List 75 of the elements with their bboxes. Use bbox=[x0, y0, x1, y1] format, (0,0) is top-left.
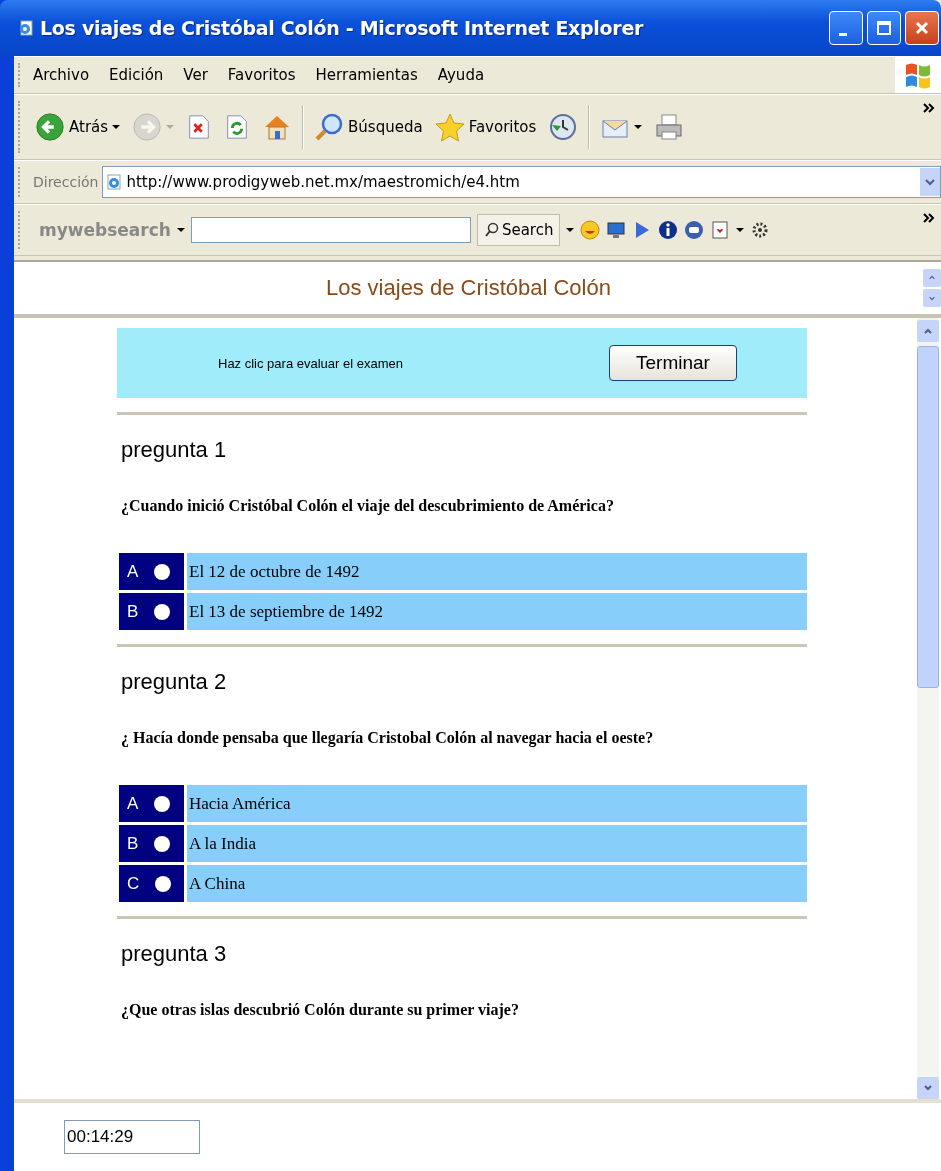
radio-button[interactable] bbox=[154, 563, 171, 580]
smiley-icon[interactable] bbox=[580, 220, 601, 240]
answer-option[interactable]: El 12 de octubre de 1492 bbox=[187, 553, 807, 590]
menu-item[interactable]: Edición bbox=[109, 66, 164, 84]
search-button[interactable]: Search bbox=[476, 214, 561, 246]
address-field[interactable]: http://www.prodigyweb.net.mx/maestromich/e4.htm bbox=[102, 166, 941, 198]
clock-icon bbox=[548, 112, 579, 142]
answer-option[interactable]: Hacia América bbox=[187, 785, 807, 822]
scroll-down-button[interactable] bbox=[923, 289, 941, 307]
menu-item[interactable]: Ver bbox=[183, 66, 208, 84]
back-button[interactable]: Atrás bbox=[33, 110, 123, 144]
option-letter: C bbox=[127, 873, 140, 894]
maximize-button[interactable] bbox=[867, 11, 901, 45]
page-icon bbox=[106, 174, 123, 190]
finish-button[interactable]: Terminar bbox=[609, 345, 737, 381]
close-button[interactable] bbox=[905, 11, 939, 45]
page-title: Los viajes de Cristóbal Colón bbox=[325, 275, 612, 301]
scroll-down-button[interactable] bbox=[917, 1077, 939, 1099]
menu-item[interactable]: Ayuda bbox=[437, 66, 485, 84]
question-text: ¿ Hacía donde pensaba que llegaría Cristobal Colón al navegar hacia el oeste? bbox=[121, 729, 655, 747]
chevron-up-icon bbox=[928, 274, 936, 282]
search-button[interactable]: Búsqueda bbox=[312, 110, 425, 144]
more-chevron-icon[interactable] bbox=[923, 213, 935, 223]
caret-icon[interactable] bbox=[634, 123, 643, 131]
minimize-button[interactable] bbox=[829, 11, 863, 45]
printer-icon bbox=[654, 112, 685, 142]
dropdown-button[interactable] bbox=[920, 168, 940, 196]
more-chevron-icon[interactable] bbox=[923, 103, 935, 113]
scroll-up-button[interactable] bbox=[923, 269, 941, 287]
chat-icon[interactable] bbox=[684, 220, 705, 240]
chevron-up-icon bbox=[923, 326, 933, 336]
monitor-icon[interactable] bbox=[606, 220, 627, 240]
address-label: Dirección bbox=[33, 174, 99, 190]
answer-option[interactable]: A China bbox=[187, 865, 807, 902]
menu-item[interactable]: Favoritos bbox=[227, 66, 296, 84]
answer-option[interactable]: A la India bbox=[187, 825, 807, 862]
star-icon bbox=[434, 112, 465, 142]
option-letter: B bbox=[127, 601, 139, 622]
question-heading: pregunta 3 bbox=[121, 941, 228, 967]
timer-field[interactable]: 00:14:29 bbox=[64, 1120, 200, 1154]
banner-text: Haz clic para evaluar el examen bbox=[218, 355, 404, 371]
caret-icon[interactable] bbox=[112, 123, 121, 131]
magnifier-icon bbox=[314, 112, 345, 142]
radio-button[interactable] bbox=[154, 795, 171, 812]
menu-item[interactable]: Archivo bbox=[33, 66, 90, 84]
caret-icon[interactable] bbox=[736, 226, 745, 234]
radio-button[interactable] bbox=[154, 835, 171, 852]
card-icon[interactable] bbox=[710, 220, 731, 240]
minimize-icon bbox=[839, 32, 847, 36]
search-icon bbox=[483, 222, 500, 238]
chevron-down-icon bbox=[923, 1083, 933, 1093]
option-letter: A bbox=[127, 561, 139, 582]
option-letter: B bbox=[127, 833, 139, 854]
question-text: ¿Cuando inició Cristóbal Colón el viaje del descubrimiento de América? bbox=[121, 497, 615, 515]
scroll-up-button[interactable] bbox=[917, 320, 939, 342]
answer-option[interactable]: El 13 de septiembre de 1492 bbox=[187, 593, 807, 630]
scrollbar[interactable] bbox=[917, 318, 939, 1099]
chevron-down-icon bbox=[928, 294, 936, 302]
favorites-button[interactable]: Favoritos bbox=[432, 110, 539, 144]
scroll-thumb[interactable] bbox=[917, 346, 939, 688]
question-text: ¿Que otras islas descubrió Colón durante su primer viaje? bbox=[121, 1001, 520, 1019]
info-icon[interactable] bbox=[658, 220, 679, 240]
caret-icon[interactable] bbox=[176, 226, 185, 234]
maximize-icon bbox=[874, 18, 894, 38]
search-field[interactable] bbox=[190, 217, 471, 243]
chevron-down-icon bbox=[925, 177, 935, 187]
browser-icon bbox=[18, 20, 34, 36]
question-heading: pregunta 1 bbox=[121, 437, 228, 463]
caret-icon[interactable] bbox=[566, 226, 575, 234]
option-letter: A bbox=[127, 793, 139, 814]
question-heading: pregunta 2 bbox=[121, 669, 228, 695]
menu-item[interactable]: Herramientas bbox=[315, 66, 418, 84]
radio-button[interactable] bbox=[154, 603, 171, 620]
radio-button[interactable] bbox=[155, 875, 172, 892]
window-title: Los viajes de Cristóbal Colón - Microsoft Internet Explorer bbox=[40, 17, 644, 39]
